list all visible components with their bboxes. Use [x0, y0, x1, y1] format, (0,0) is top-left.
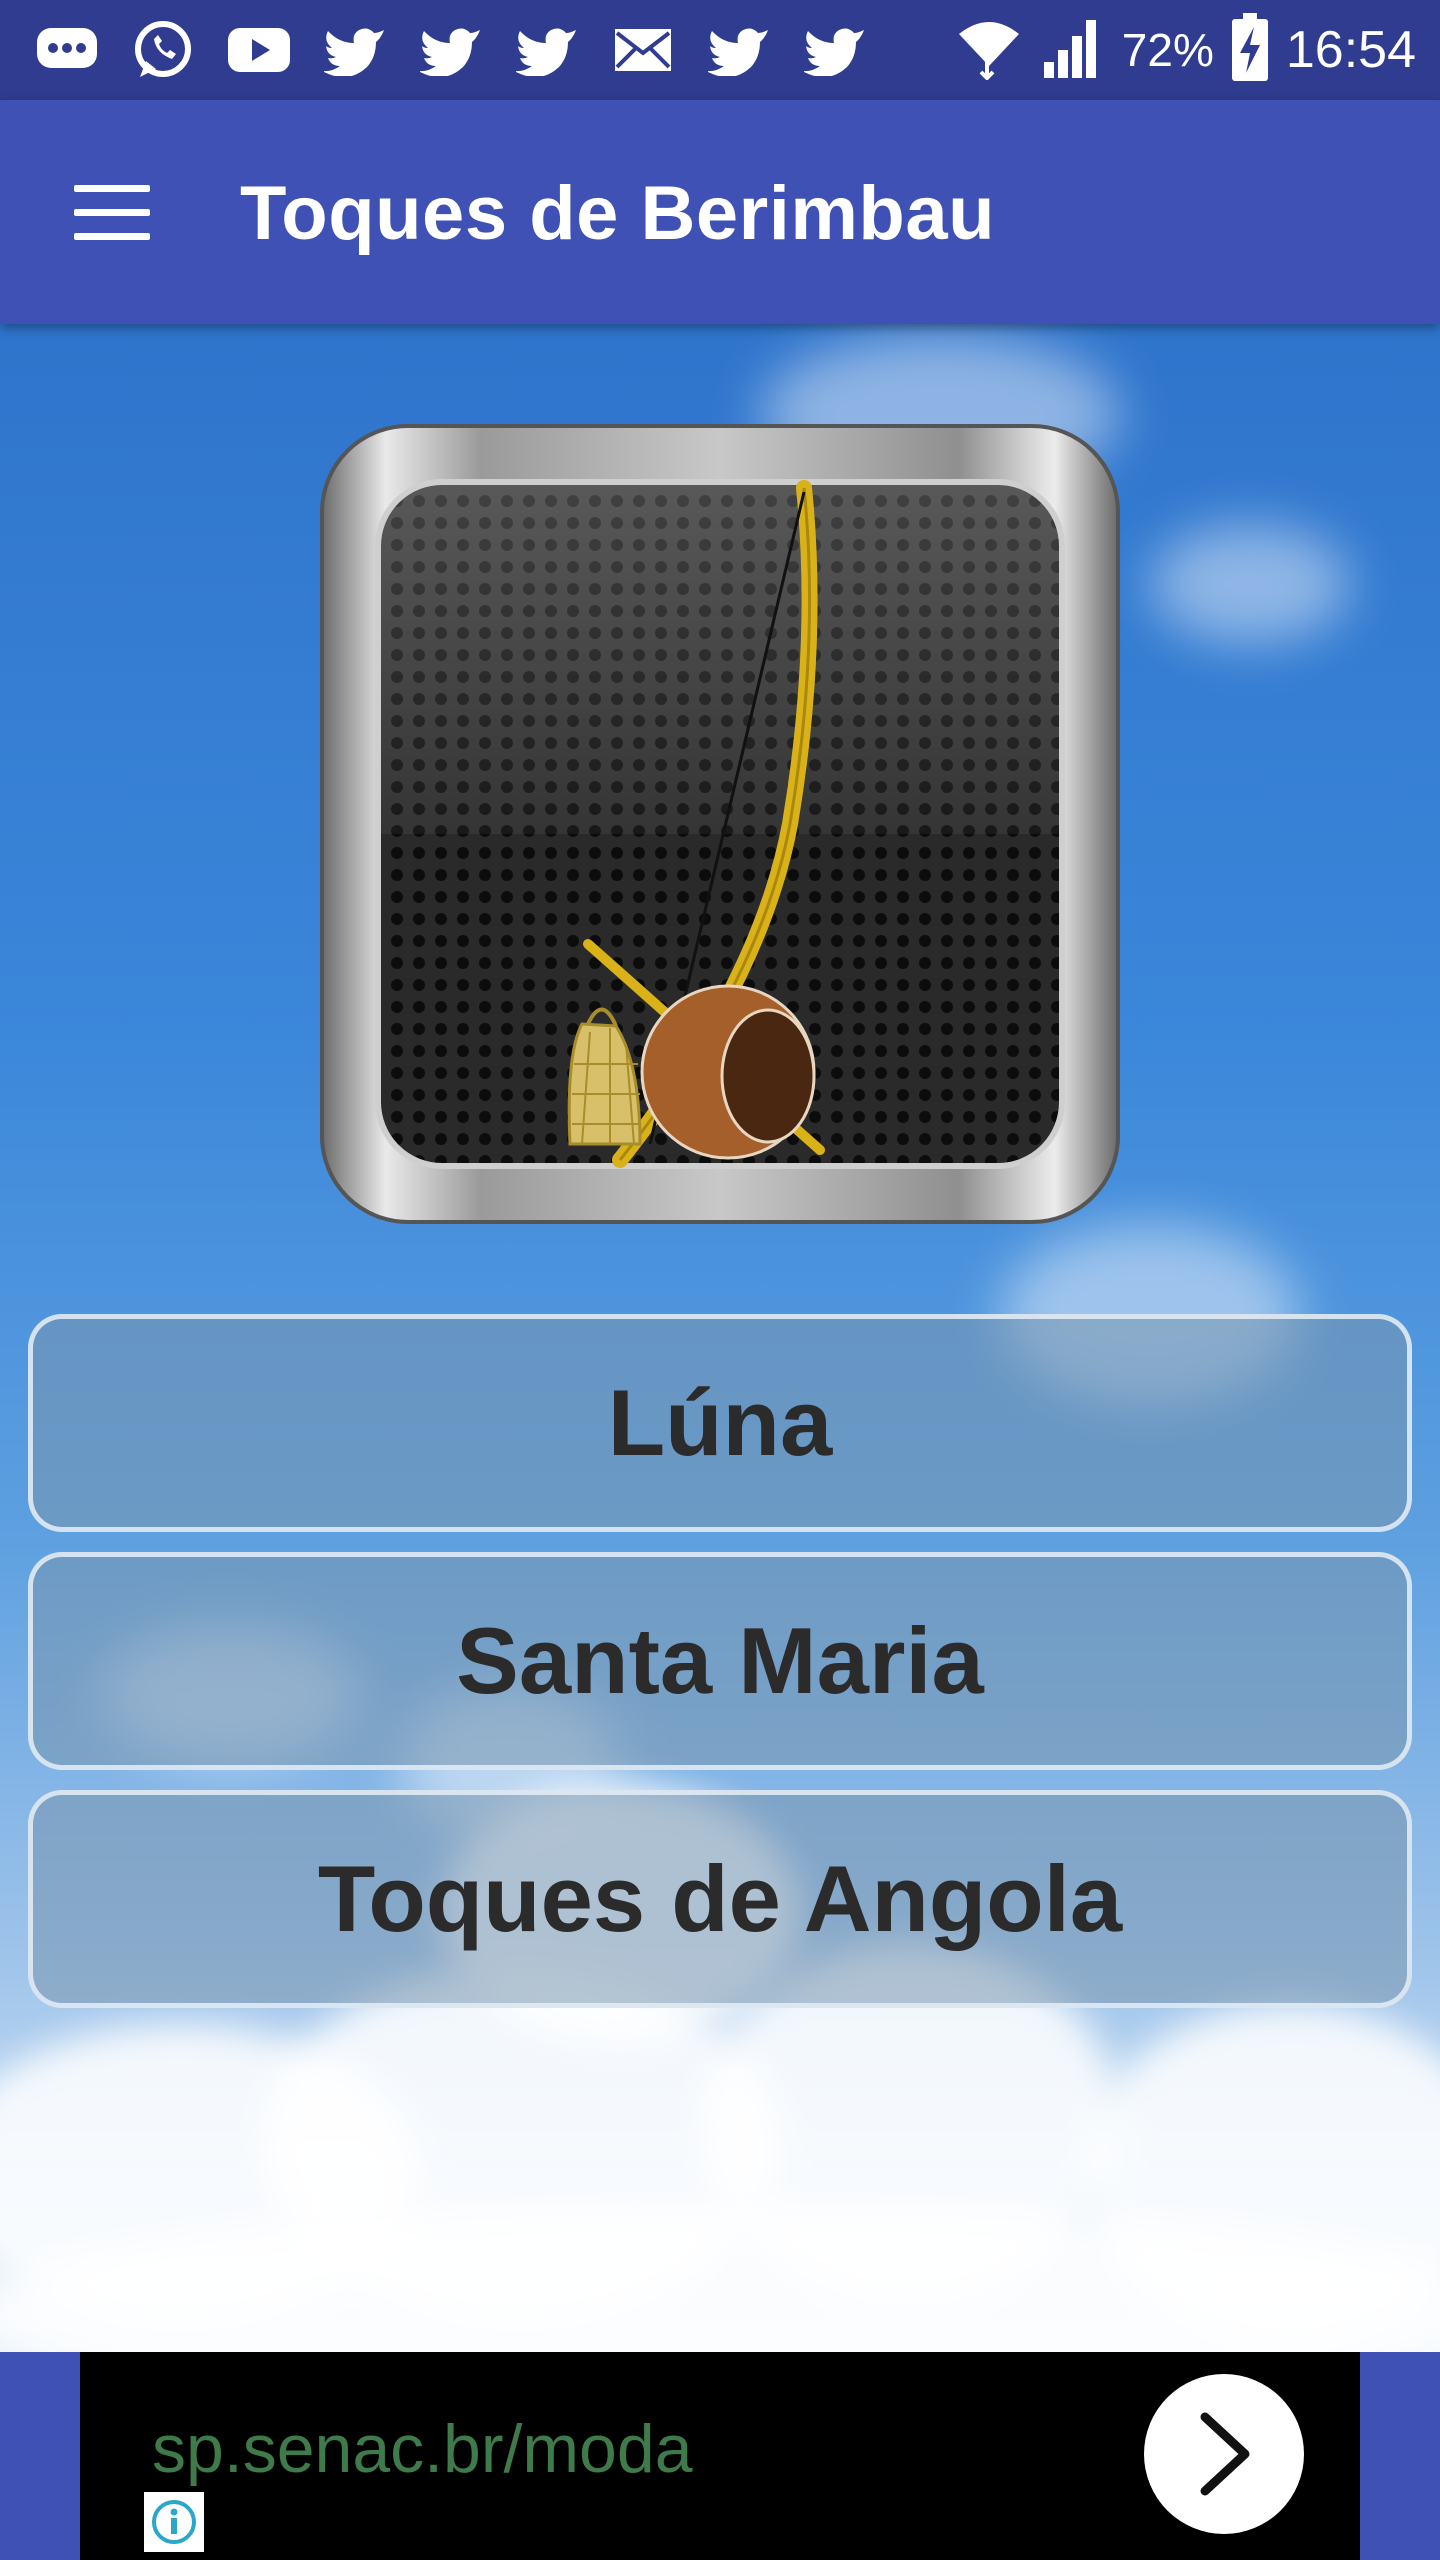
chevron-right-icon[interactable]	[1144, 2374, 1304, 2534]
app-bar: Toques de Berimbau	[0, 100, 1440, 324]
twitter-icon	[414, 18, 488, 82]
ad-banner-container: sp.senac.br/moda	[0, 2352, 1440, 2560]
berimbau-app-icon	[320, 424, 1120, 1224]
battery-percent: 72%	[1121, 24, 1214, 76]
signal-icon	[1040, 16, 1106, 85]
toque-button-label: Santa Maria	[456, 1608, 984, 1713]
system-status: 72% 16:54	[954, 12, 1416, 88]
youtube-icon	[222, 18, 296, 82]
battery-charging-icon	[1230, 12, 1270, 88]
hamburger-menu-icon[interactable]	[56, 162, 166, 262]
toque-button-luna[interactable]: Lúna	[28, 1314, 1412, 1532]
whatsapp-icon	[126, 18, 200, 82]
twitter-icon	[510, 18, 584, 82]
main-content: Lúna Santa Maria Toques de Angola	[0, 324, 1440, 2352]
app-title: Toques de Berimbau	[240, 171, 996, 256]
mail-icon	[606, 18, 680, 82]
twitter-icon	[318, 18, 392, 82]
toque-button-toques-de-angola[interactable]: Toques de Angola	[28, 1790, 1412, 2008]
ad-banner[interactable]: sp.senac.br/moda	[80, 2352, 1360, 2560]
clock: 16:54	[1285, 21, 1416, 79]
twitter-icon	[798, 18, 872, 82]
toque-button-label: Toques de Angola	[317, 1846, 1123, 1951]
ad-url[interactable]: sp.senac.br/moda	[152, 2410, 693, 2488]
toque-button-santa-maria[interactable]: Santa Maria	[28, 1552, 1412, 1770]
toque-button-label: Lúna	[607, 1370, 833, 1475]
notification-icons	[30, 18, 872, 82]
info-icon[interactable]	[144, 2492, 204, 2552]
status-bar: 72% 16:54	[0, 0, 1440, 100]
wifi-icon	[954, 16, 1024, 85]
chat-bubble-icon	[30, 18, 104, 82]
twitter-icon	[702, 18, 776, 82]
